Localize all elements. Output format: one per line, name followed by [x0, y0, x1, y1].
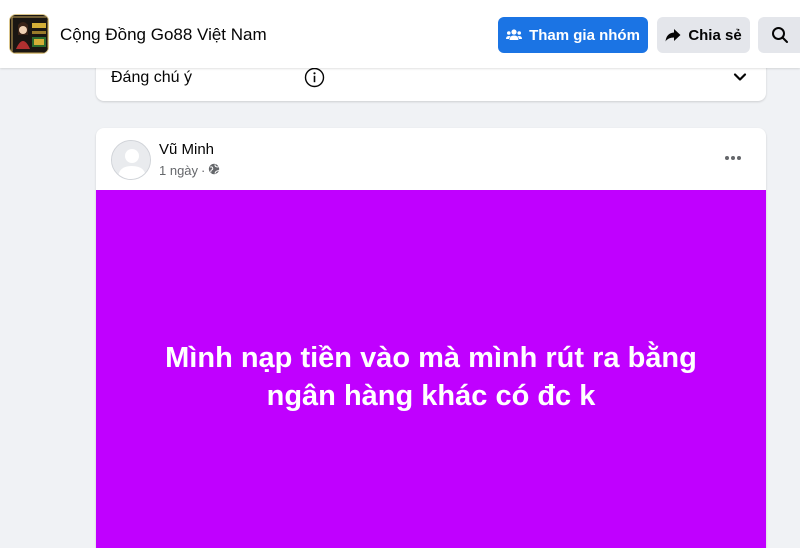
- people-icon: [506, 28, 523, 42]
- featured-label: Đáng chú ý: [111, 69, 192, 86]
- join-group-label: Tham gia nhóm: [529, 26, 640, 44]
- post-background[interactable]: Mình nạp tiền vào mà mình rút ra bằng ng…: [96, 190, 766, 548]
- group-header: Cộng Đồng Go88 Việt Nam Tham gia nhóm Ch…: [0, 0, 800, 68]
- chevron-down-icon[interactable]: [732, 69, 748, 90]
- share-button[interactable]: Chia sẻ: [657, 17, 750, 53]
- share-arrow-icon: [665, 28, 681, 42]
- post-text: Mình nạp tiền vào mà mình rút ra bằng ng…: [165, 342, 697, 412]
- group-title[interactable]: Cộng Đồng Go88 Việt Nam: [60, 25, 267, 45]
- join-group-button[interactable]: Tham gia nhóm: [498, 17, 648, 53]
- author-name[interactable]: Vũ Minh: [159, 141, 214, 158]
- search-button[interactable]: [758, 17, 800, 53]
- globe-icon: [208, 163, 220, 178]
- search-icon: [771, 26, 789, 44]
- more-options-icon: [724, 148, 742, 166]
- info-icon[interactable]: [304, 67, 325, 93]
- more-options-button[interactable]: [718, 145, 748, 169]
- share-label: Chia sẻ: [688, 26, 742, 44]
- meta-separator: ·: [201, 163, 206, 178]
- avatar[interactable]: [111, 140, 151, 180]
- group-avatar[interactable]: [9, 14, 49, 54]
- post-timestamp[interactable]: 1 ngày: [159, 163, 198, 178]
- post-card: Vũ Minh 1 ngày · Mình nạp tiền vào mà mì…: [96, 128, 766, 548]
- post-meta: 1 ngày ·: [159, 163, 220, 178]
